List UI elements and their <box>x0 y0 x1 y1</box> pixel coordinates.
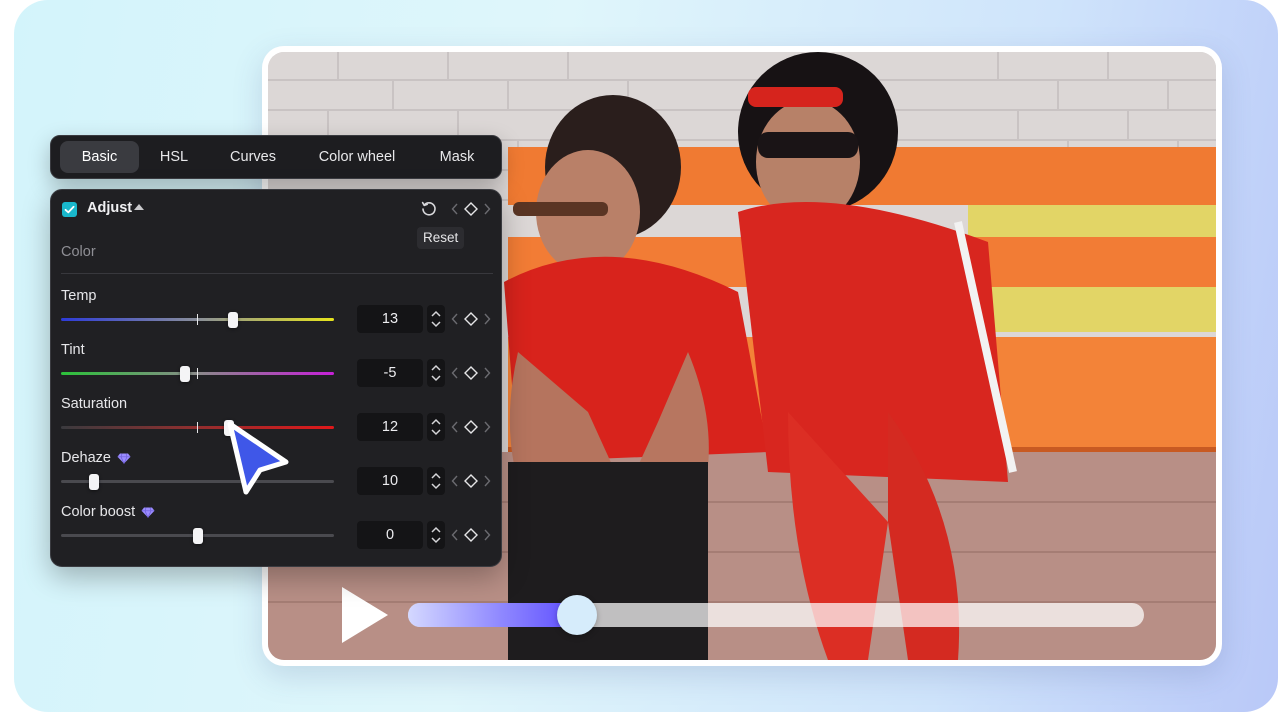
diamond-gem-icon <box>141 507 155 518</box>
mouse-pointer-icon <box>222 418 292 498</box>
chevron-down-icon <box>432 430 440 434</box>
adjust-panel: Adjust Reset Color Temp 13 Tint -5 Sa <box>50 189 502 567</box>
prev-keyframe-icon <box>453 204 458 214</box>
diamond-icon <box>465 421 477 433</box>
next-keyframe-icon <box>485 204 490 214</box>
stepper-temp[interactable] <box>427 305 445 333</box>
center-tick <box>197 314 198 325</box>
tab-curves[interactable]: Curves <box>213 141 293 173</box>
stepper-tint[interactable] <box>427 359 445 387</box>
slider-thumb-dehaze[interactable] <box>89 474 99 490</box>
diamond-gem-icon <box>117 453 131 464</box>
progress-fill <box>408 603 577 627</box>
rotate-ccw-icon <box>420 200 438 218</box>
param-label-color-boost: Color boost <box>61 504 155 520</box>
divider <box>61 273 493 274</box>
stepper-saturation[interactable] <box>427 413 445 441</box>
play-button[interactable] <box>338 585 392 645</box>
adjust-tabs: Basic HSL Curves Color wheel Mask <box>50 135 502 179</box>
keyframe-controls-saturation[interactable] <box>449 419 493 435</box>
diamond-icon <box>465 203 477 215</box>
tab-color-wheel[interactable]: Color wheel <box>302 141 412 173</box>
collapse-caret-icon[interactable] <box>134 204 144 210</box>
keyframe-controls-color-boost[interactable] <box>449 527 493 543</box>
check-icon <box>62 202 77 217</box>
progress-handle[interactable] <box>557 595 597 635</box>
param-label-tint: Tint <box>61 342 85 358</box>
tab-mask[interactable]: Mask <box>419 141 495 173</box>
playback-progress-bar[interactable] <box>408 603 1144 627</box>
chevron-up-icon <box>432 312 440 316</box>
tab-hsl[interactable]: HSL <box>143 141 205 173</box>
chevron-down-icon <box>432 538 440 542</box>
panel-title: Adjust <box>87 200 132 216</box>
stepper-color-boost[interactable] <box>427 521 445 549</box>
chevron-up-icon <box>432 420 440 424</box>
value-input-dehaze[interactable]: 10 <box>357 467 423 495</box>
chevron-up-icon <box>432 366 440 370</box>
chevron-down-icon <box>432 376 440 380</box>
keyframe-controls-tint[interactable] <box>449 365 493 381</box>
param-label-temp: Temp <box>61 288 96 304</box>
section-label-color: Color <box>61 244 96 260</box>
param-label-dehaze: Dehaze <box>61 450 131 466</box>
slider-dehaze[interactable] <box>61 480 334 483</box>
param-label-saturation: Saturation <box>61 396 127 412</box>
value-input-tint[interactable]: -5 <box>357 359 423 387</box>
stepper-dehaze[interactable] <box>427 467 445 495</box>
center-tick <box>197 368 198 379</box>
param-label-color-boost-text: Color boost <box>61 504 135 520</box>
reset-button[interactable] <box>420 200 438 218</box>
reset-tooltip: Reset <box>417 227 464 249</box>
slider-thumb-tint[interactable] <box>180 366 190 382</box>
keyframe-controls-dehaze[interactable] <box>449 473 493 489</box>
keyframe-controls <box>449 201 493 217</box>
chevron-up-icon <box>432 474 440 478</box>
play-icon <box>338 585 392 645</box>
slider-thumb-temp[interactable] <box>228 312 238 328</box>
diamond-icon <box>465 475 477 487</box>
value-input-saturation[interactable]: 12 <box>357 413 423 441</box>
center-tick <box>197 422 198 433</box>
slider-thumb-color-boost[interactable] <box>193 528 203 544</box>
adjust-enable-checkbox[interactable] <box>62 202 77 217</box>
keyframe-controls-temp[interactable] <box>449 311 493 327</box>
chevron-down-icon <box>432 484 440 488</box>
param-label-dehaze-text: Dehaze <box>61 450 111 466</box>
chevron-up-icon <box>432 528 440 532</box>
diamond-icon <box>465 367 477 379</box>
value-input-color-boost[interactable]: 0 <box>357 521 423 549</box>
diamond-icon <box>465 529 477 541</box>
value-input-temp[interactable]: 13 <box>357 305 423 333</box>
tab-basic[interactable]: Basic <box>60 141 139 173</box>
chevron-down-icon <box>432 322 440 326</box>
diamond-icon <box>465 313 477 325</box>
